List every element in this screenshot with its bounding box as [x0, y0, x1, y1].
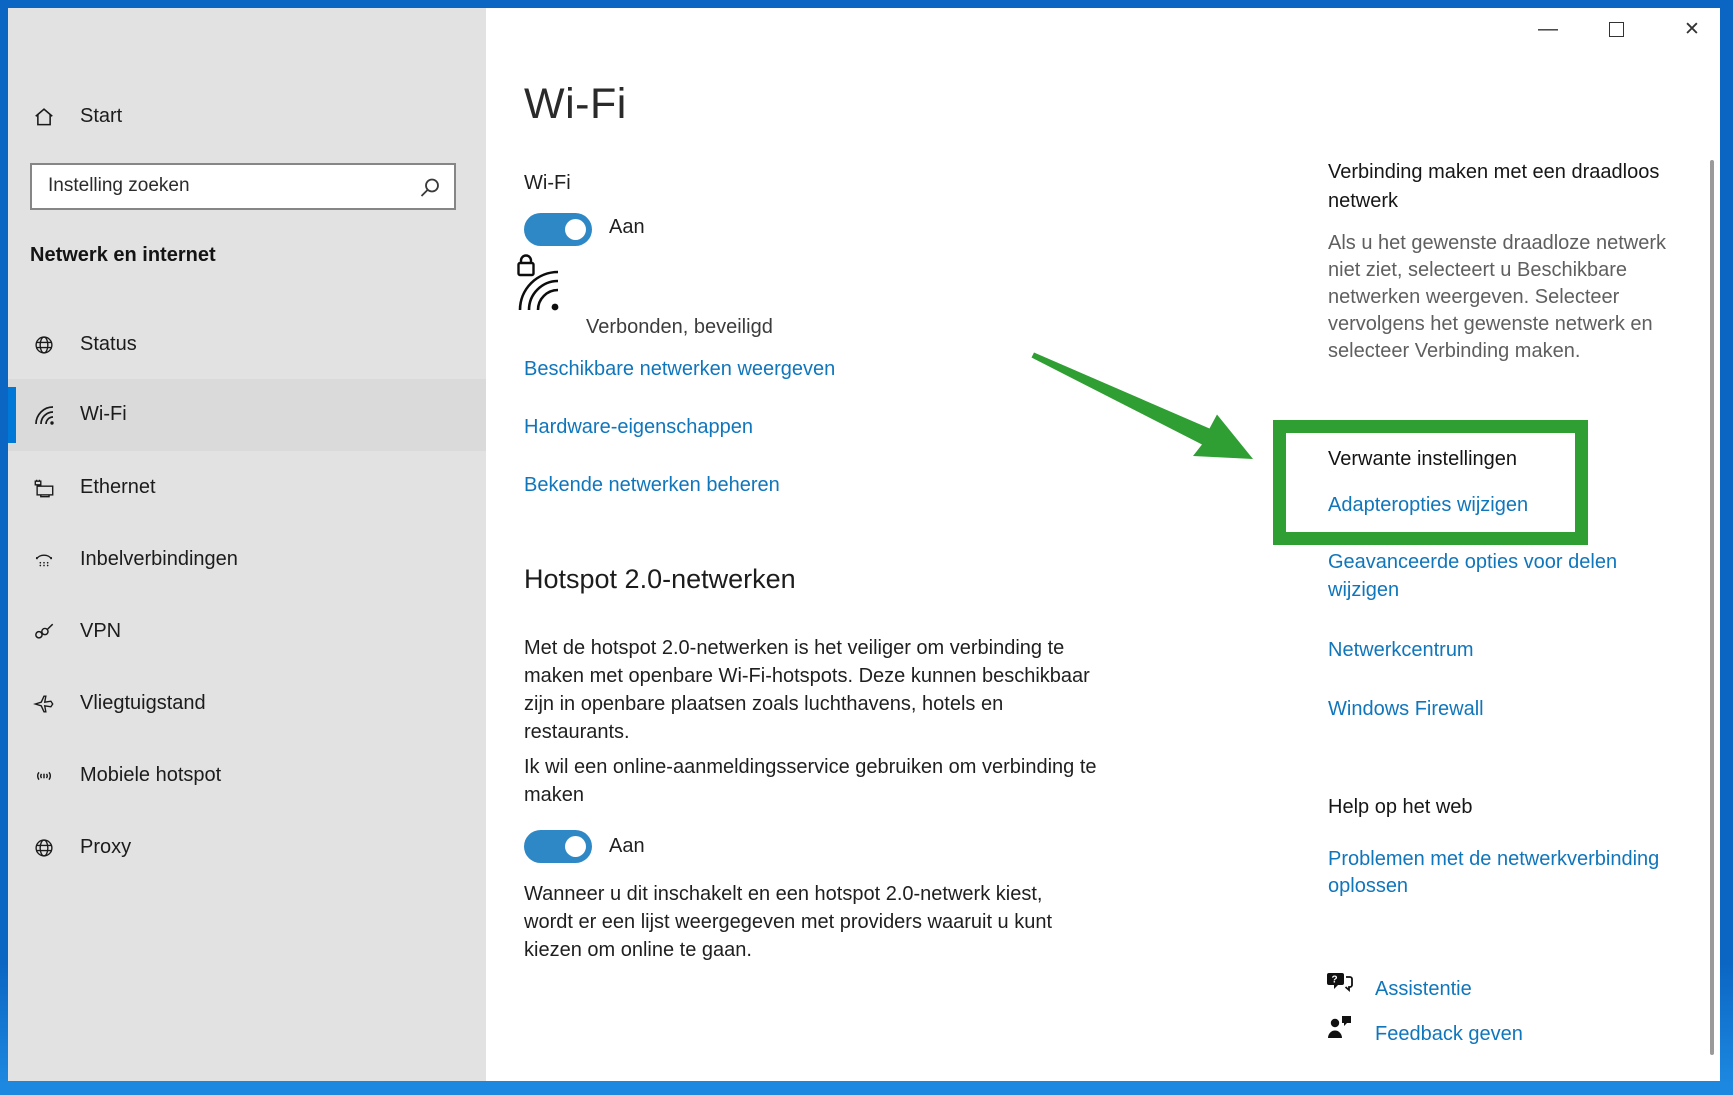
hotspot-footnote: Wanneer u dit inschakelt en een hotspot … — [524, 880, 1096, 964]
hotspot-toggle-label: Ik wil een online-aanmeldingsservice geb… — [524, 753, 1100, 809]
close-icon: ✕ — [1684, 18, 1700, 41]
show-available-networks-link[interactable]: Beschikbare netwerken weergeven — [524, 358, 835, 381]
feedback-icon — [1326, 1014, 1354, 1047]
minimize-button[interactable]: — — [1526, 12, 1570, 46]
sidebar-item-start[interactable]: Start — [8, 93, 486, 141]
change-adapter-options-link[interactable]: Adapteropties wijzigen — [1328, 491, 1528, 519]
sidebar-item-label: VPN — [80, 620, 121, 643]
secured-wifi-icon — [516, 253, 568, 320]
globe-icon — [33, 334, 55, 361]
connect-text: Als u het gewenste draadloze netwerk nie… — [1328, 230, 1666, 365]
svg-text:?: ? — [1331, 975, 1337, 986]
sidebar-item-label: Status — [80, 333, 137, 356]
wifi-toggle-label: Wi-Fi — [524, 172, 571, 195]
advanced-sharing-options-link[interactable]: Geavanceerde opties voor delen wijzigen — [1328, 548, 1658, 604]
sidebar-item-proxy[interactable]: Proxy — [8, 812, 486, 884]
dialup-icon — [33, 549, 55, 576]
settings-window: Instellingen — ✕ Start Instelling zoeken… — [8, 8, 1720, 1081]
toggle-knob — [565, 219, 586, 240]
maximize-icon — [1609, 22, 1624, 37]
sidebar-item-wifi[interactable]: Wi-Fi — [8, 379, 486, 451]
connection-status: Verbonden, beveiligd — [586, 316, 773, 339]
home-icon — [33, 106, 55, 133]
sidebar-item-ethernet[interactable]: Ethernet — [8, 452, 486, 524]
airplane-icon — [33, 693, 55, 720]
assistance-link[interactable]: Assistentie — [1375, 975, 1472, 1003]
hotspot-icon — [33, 765, 55, 792]
sidebar-item-dialup[interactable]: Inbelverbindingen — [8, 524, 486, 596]
ethernet-icon — [33, 477, 55, 504]
vertical-scrollbar[interactable] — [1710, 160, 1714, 1055]
annotation-highlight-box — [1273, 420, 1588, 545]
hotspot-section-title: Hotspot 2.0-netwerken — [524, 564, 796, 595]
assistance-icon: ? — [1324, 968, 1354, 1003]
sidebar-item-airplane[interactable]: Vliegtuigstand — [8, 668, 486, 740]
windows-firewall-link[interactable]: Windows Firewall — [1328, 695, 1484, 723]
related-settings-heading: Verwante instellingen — [1328, 448, 1517, 471]
network-center-link[interactable]: Netwerkcentrum — [1328, 636, 1474, 664]
wifi-toggle[interactable] — [524, 213, 592, 246]
sidebar-item-status[interactable]: Status — [8, 309, 486, 381]
wifi-toggle-state: Aan — [609, 216, 645, 239]
sidebar-item-label: Proxy — [80, 836, 131, 859]
vpn-icon — [33, 621, 55, 648]
sidebar: Start Instelling zoeken Netwerk en inter… — [8, 8, 486, 1081]
hardware-properties-link[interactable]: Hardware-eigenschappen — [524, 416, 753, 439]
sidebar-section-header: Netwerk en internet — [30, 244, 216, 267]
search-input[interactable]: Instelling zoeken — [30, 163, 456, 210]
hotspot-toggle-state: Aan — [609, 835, 645, 858]
search-placeholder: Instelling zoeken — [48, 175, 190, 197]
sidebar-item-label: Ethernet — [80, 476, 156, 499]
sidebar-item-label: Vliegtuigstand — [80, 692, 206, 715]
hotspot-description: Met de hotspot 2.0-netwerken is het veil… — [524, 634, 1092, 746]
selected-accent-bar — [8, 387, 16, 443]
troubleshoot-network-link[interactable]: Problemen met de netwerkverbinding oplos… — [1328, 846, 1664, 900]
wifi-icon — [33, 404, 57, 433]
close-button[interactable]: ✕ — [1670, 12, 1714, 46]
globe-icon — [33, 837, 55, 864]
maximize-button[interactable] — [1594, 12, 1638, 46]
feedback-link[interactable]: Feedback geven — [1375, 1020, 1523, 1048]
hotspot-toggle[interactable] — [524, 830, 592, 863]
help-heading: Help op het web — [1328, 796, 1473, 819]
sidebar-item-label: Mobiele hotspot — [80, 764, 221, 787]
desktop: { "window": { "title": "Instellingen", "… — [0, 0, 1733, 1095]
sidebar-item-mobile-hotspot[interactable]: Mobiele hotspot — [8, 740, 486, 812]
sidebar-item-label: Inbelverbindingen — [80, 548, 238, 571]
sidebar-item-label: Wi-Fi — [80, 403, 127, 426]
sidebar-item-label: Start — [80, 105, 122, 128]
toggle-knob — [565, 836, 586, 857]
connect-heading: Verbinding maken met een draadloos netwe… — [1328, 158, 1673, 216]
page-title: Wi-Fi — [524, 80, 627, 129]
minimize-icon: — — [1538, 18, 1558, 41]
manage-known-networks-link[interactable]: Bekende netwerken beheren — [524, 474, 780, 497]
search-icon — [418, 176, 442, 205]
sidebar-item-vpn[interactable]: VPN — [8, 596, 486, 668]
